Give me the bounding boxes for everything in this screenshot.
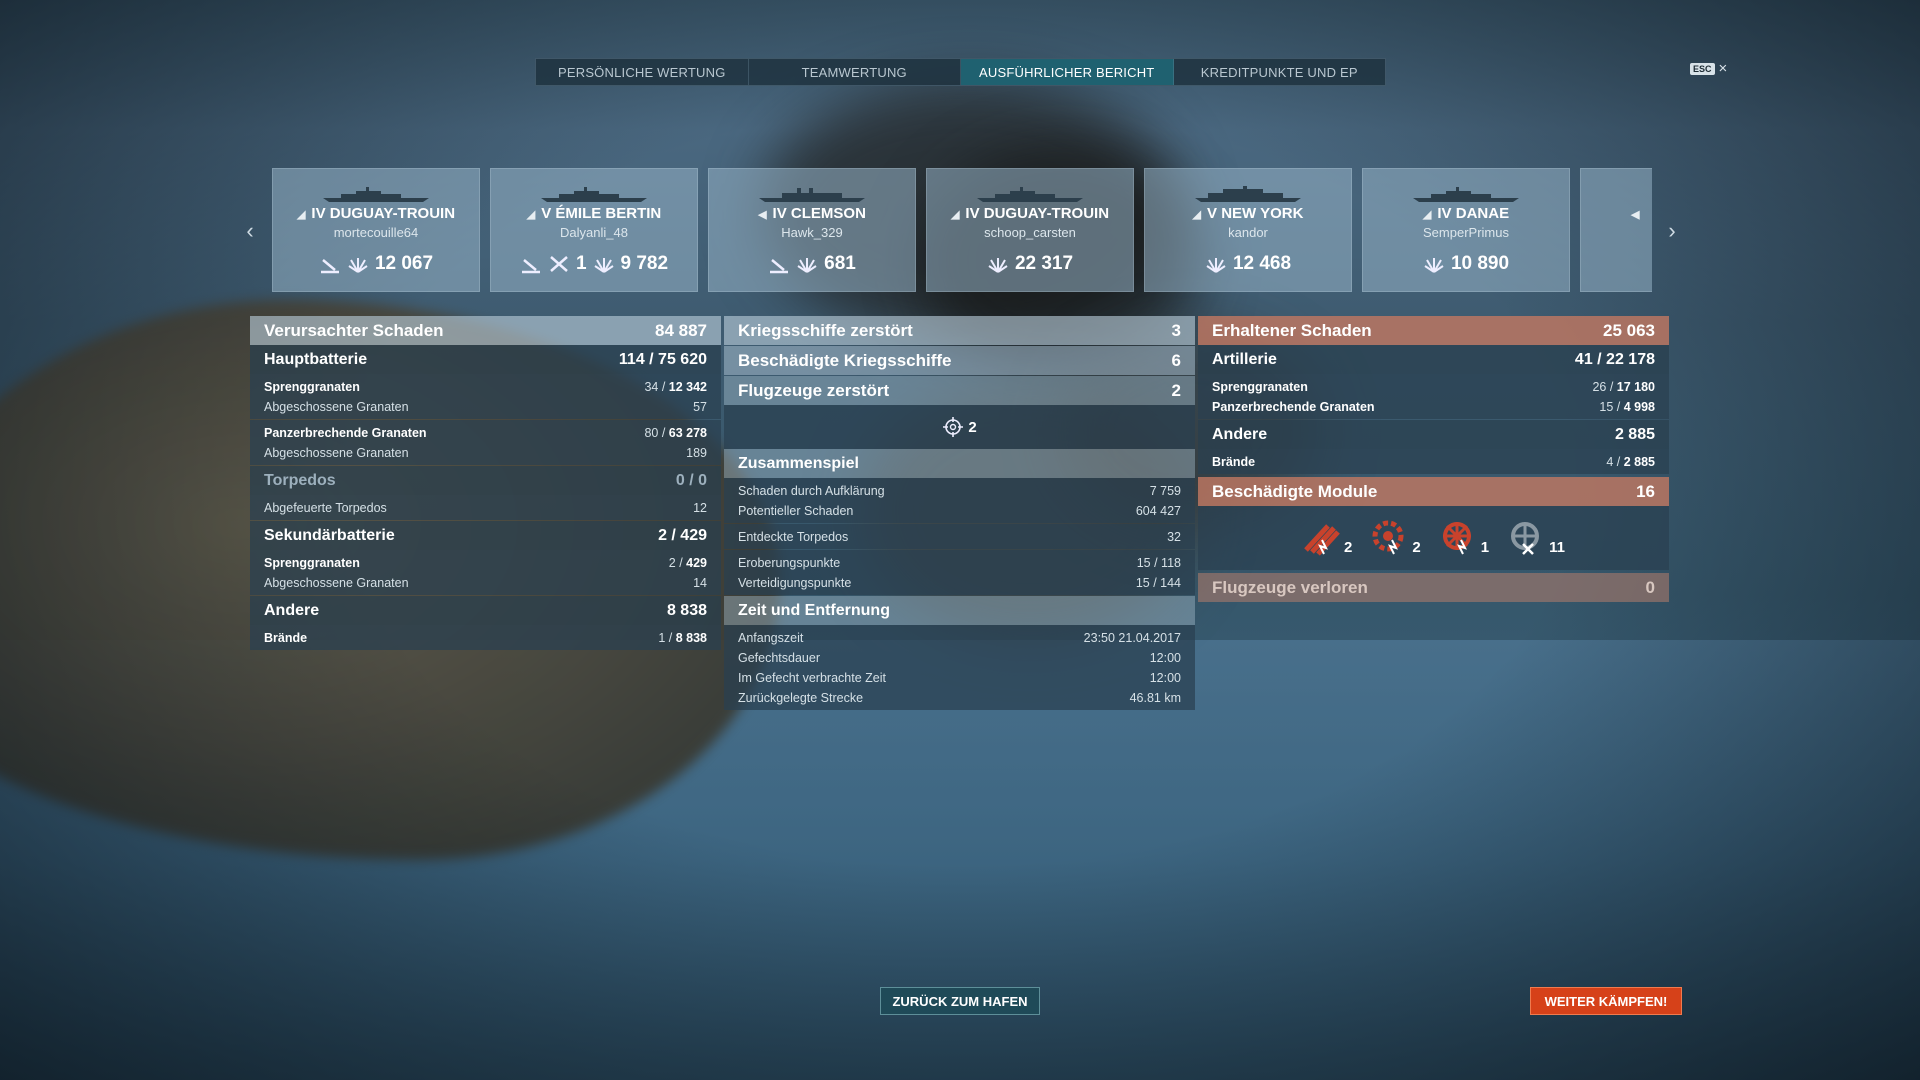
- secondary-battery-header: Sekundärbatterie 2 / 429: [250, 521, 721, 550]
- player-name: mortecouille64: [333, 225, 419, 240]
- ship-silhouette-icon: [759, 188, 865, 202]
- other-received-header: Andere 2 885: [1198, 420, 1669, 449]
- ship-card[interactable]: ◢ V NEW YORK kandor 12 468: [1144, 168, 1352, 292]
- capture-points: Eroberungspunkte 15 / 118 Verteidigungspu…: [724, 550, 1195, 595]
- report-tabs: PERSÖNLICHE WERTUNG TEAMWERTUNG AUSFÜHRL…: [535, 58, 1386, 86]
- teamplay-rows: Schaden durch Aufklärung 7 759 Potentiell…: [724, 478, 1195, 523]
- ship-silhouette-icon: [1413, 187, 1519, 202]
- main-battery-ap: Panzerbrechende Granaten 80 / 63 278 Abge…: [250, 420, 721, 465]
- ship-class-icon: ◢: [526, 209, 536, 221]
- close-icon: ×: [1718, 60, 1728, 77]
- player-name: SemperPrimus: [1423, 225, 1509, 240]
- torpedo-header: Torpedos 0 / 0: [250, 466, 721, 495]
- damaged-modules-list: 2 2 1 11: [1198, 506, 1669, 570]
- main-battery-he: Sprenggranaten 34 / 12 342 Abgeschossene …: [250, 374, 721, 419]
- steering-module: 1: [1439, 520, 1489, 556]
- tab-personal-score[interactable]: PERSÖNLICHE WERTUNG: [536, 59, 749, 85]
- ship-card[interactable]: ◢ IV DANAE SemperPrimus 10 890: [1362, 168, 1570, 292]
- torpedo-hit-icon: [320, 259, 339, 274]
- ship-silhouette-icon: [541, 187, 647, 202]
- main-battery-header: Hauptbatterie 114 / 75 620: [250, 345, 721, 374]
- player-name: kandor: [1228, 225, 1268, 240]
- ship-card[interactable]: ◢ IV DUGUAY-TROUIN mortecouille64 12 067: [272, 168, 480, 292]
- engine-module: 2: [1370, 520, 1421, 556]
- esc-key-label: ESC: [1690, 63, 1715, 75]
- damage-value: 22 317: [1014, 253, 1074, 274]
- artillery-header: Artillerie 41 / 22 178: [1198, 345, 1669, 374]
- dealt-damage-header: Verursachter Schaden 84 887: [250, 316, 721, 345]
- player-name: Hawk_329: [781, 225, 843, 240]
- damage-value: 681: [824, 253, 856, 274]
- planes-destroyed-detail: 2: [724, 405, 1195, 449]
- player-name: schoop_carsten: [984, 225, 1076, 240]
- time-distance-rows: Anfangszeit 23:50 21.04.2017 Gefechtsdaue…: [724, 625, 1195, 710]
- damage-value: 12 468: [1232, 253, 1292, 274]
- ship-class-icon: ◢: [1192, 209, 1202, 221]
- ships-destroyed: Kriegsschiffe zerstört 3: [724, 316, 1195, 345]
- back-to-port-button[interactable]: ZURÜCK ZUM HAFEN: [880, 987, 1040, 1015]
- ship-class-icon: ◢: [296, 209, 306, 221]
- close-button[interactable]: ESC ×: [1690, 60, 1728, 77]
- teamplay-header: Zusammenspiel: [724, 449, 1195, 478]
- crosshair-icon: [943, 417, 964, 437]
- chevron-left-icon[interactable]: ‹: [240, 218, 260, 244]
- chevron-right-icon[interactable]: ›: [1662, 218, 1682, 244]
- secondary-battery-he: Sprenggranaten 2 / 429 Abgeschossene Gran…: [250, 550, 721, 595]
- fires-received: Brände 4 / 2 885: [1198, 449, 1669, 474]
- disabled-module: 11: [1507, 520, 1565, 556]
- steering-module-icon: [1442, 522, 1471, 555]
- torpedo-fired: Abgefeuerte Torpedos 12: [250, 495, 721, 520]
- player-name: Dalyanli_48: [560, 225, 628, 240]
- ship-silhouette-icon: [977, 187, 1083, 202]
- ship-class-icon: ◀: [1631, 209, 1640, 221]
- ship-card-carousel: ◢ IV DUGUAY-TROUIN mortecouille64 12 067 …: [272, 168, 1652, 292]
- tab-credits-xp[interactable]: KREDITPUNKTE UND EP: [1174, 59, 1386, 85]
- planes-destroyed: Flugzeuge zerstört 2: [724, 376, 1195, 405]
- ship-card[interactable]: ◢ IV DUGUAY-TROUIN schoop_carsten 22 317: [926, 168, 1134, 292]
- engine-module-icon: [1372, 520, 1404, 555]
- ship-class-icon: ◀: [758, 209, 767, 221]
- ship-silhouette-icon: [1195, 186, 1301, 202]
- tab-detailed-report[interactable]: AUSFÜHRLICHER BERICHT: [961, 59, 1174, 85]
- ships-damaged: Beschädigte Kriegsschiffe 6: [724, 346, 1195, 375]
- damage-icon: [988, 258, 1008, 273]
- disabled-module-icon: [1511, 522, 1540, 555]
- fires-dealt: Brände 1 / 8 838: [250, 625, 721, 650]
- ship-class-icon: ◢: [950, 209, 960, 221]
- torpedo-hit-icon: [770, 259, 789, 274]
- received-damage-header: Erhaltener Schaden 25 063: [1198, 316, 1669, 345]
- damage-icon: [348, 258, 368, 273]
- damage-icon: [1206, 258, 1226, 273]
- ship-card[interactable]: ◢ V ÉMILE BERTIN Dalyanli_48 1 9 782: [490, 168, 698, 292]
- ship-class-icon: ◢: [1422, 209, 1432, 221]
- ship-silhouette-icon: [323, 187, 429, 202]
- gun-module: 2: [1302, 520, 1352, 556]
- ship-card[interactable]: ◀ IV CLEMSON Hawk_329 681: [708, 168, 916, 292]
- tab-team-score[interactable]: TEAMWERTUNG: [749, 59, 961, 85]
- damaged-modules-header: Beschädigte Module 16: [1198, 477, 1669, 506]
- other-damage-header: Andere 8 838: [250, 596, 721, 625]
- damage-value: 12 067: [374, 253, 434, 274]
- damage-icon: [593, 258, 614, 273]
- artillery-rows: Sprenggranaten 26 / 17 180 Panzerbrechend…: [1198, 374, 1669, 419]
- kill-count: 1: [575, 253, 587, 274]
- plane-kill-icon: [550, 256, 568, 272]
- ship-card-partial[interactable]: ◀: [1580, 168, 1652, 292]
- damage-icon: [1424, 258, 1444, 273]
- spotted-torpedoes: Entdeckte Torpedos 32: [724, 524, 1195, 549]
- kills-panel: Kriegsschiffe zerstört 3 Beschädigte Krie…: [724, 316, 1195, 710]
- damage-dealt-panel: Verursachter Schaden 84 887 Hauptbatterie…: [250, 316, 721, 650]
- planes-lost: Flugzeuge verloren 0: [1198, 573, 1669, 602]
- torpedo-hit-icon: [521, 259, 540, 274]
- damage-value: 10 890: [1450, 253, 1510, 274]
- damage-value: 9 782: [620, 253, 669, 274]
- damage-received-panel: Erhaltener Schaden 25 063 Artillerie 41 / …: [1198, 316, 1669, 602]
- battle-again-button[interactable]: WEITER KÄMPFEN!: [1530, 987, 1682, 1015]
- damage-icon: [797, 258, 817, 273]
- time-distance-header: Zeit und Entfernung: [724, 596, 1195, 625]
- gun-module-icon: [1304, 524, 1340, 556]
